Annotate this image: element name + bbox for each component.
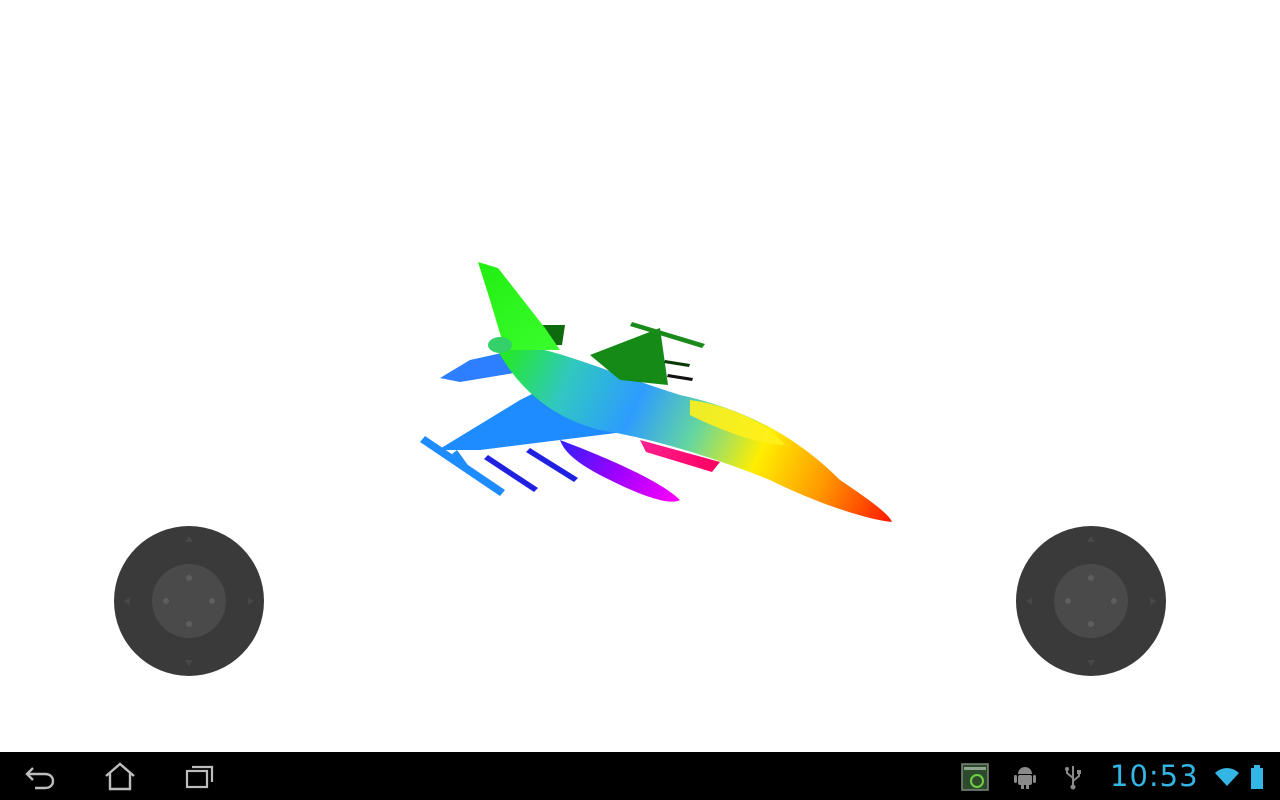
wifi-status[interactable]	[1212, 762, 1242, 792]
dpad-joystick-icon	[1016, 526, 1166, 676]
dpad-joystick-icon	[114, 526, 264, 676]
wifi-icon	[1215, 768, 1239, 786]
recent-apps-icon	[185, 765, 214, 789]
battery-status[interactable]	[1242, 762, 1272, 792]
engine-nozzle	[488, 337, 512, 353]
system-navigation-bar: 10:53	[0, 752, 1280, 800]
android-debug-notification[interactable]	[1010, 762, 1040, 792]
screenshot-icon	[961, 763, 989, 791]
android-debug-icon	[1014, 767, 1036, 789]
usb-notification[interactable]	[1058, 762, 1088, 792]
home-icon	[105, 762, 135, 791]
upper-missiles	[664, 360, 693, 381]
3d-viewport[interactable]	[0, 0, 1280, 752]
battery-icon	[1251, 765, 1263, 789]
screenshot-notification[interactable]	[960, 762, 990, 792]
vertical-tail	[478, 262, 560, 350]
back-button[interactable]	[16, 760, 64, 792]
home-button[interactable]	[96, 760, 144, 792]
status-clock[interactable]: 10:53	[1110, 757, 1199, 795]
recent-apps-button[interactable]	[176, 760, 224, 792]
left-joystick[interactable]	[114, 526, 264, 676]
right-joystick[interactable]	[1016, 526, 1166, 676]
back-icon	[25, 767, 55, 790]
usb-icon	[1065, 766, 1081, 790]
